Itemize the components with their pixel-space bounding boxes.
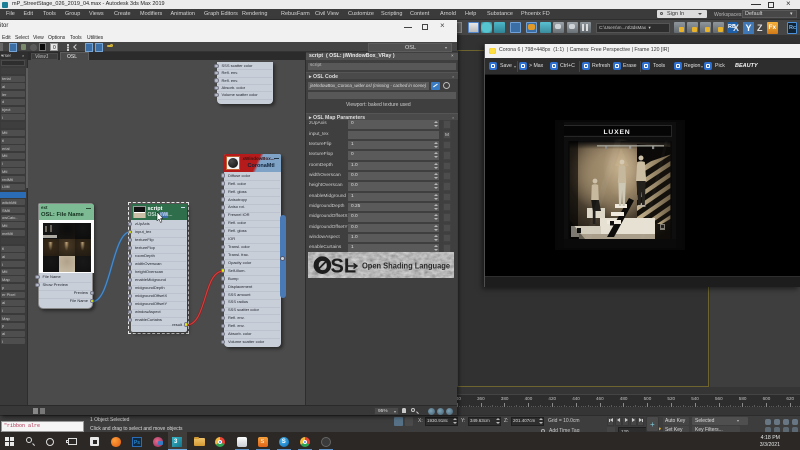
svg-text:LUXEN: LUXEN — [603, 129, 630, 136]
svg-text:Open Shading Language: Open Shading Language — [362, 262, 451, 271]
